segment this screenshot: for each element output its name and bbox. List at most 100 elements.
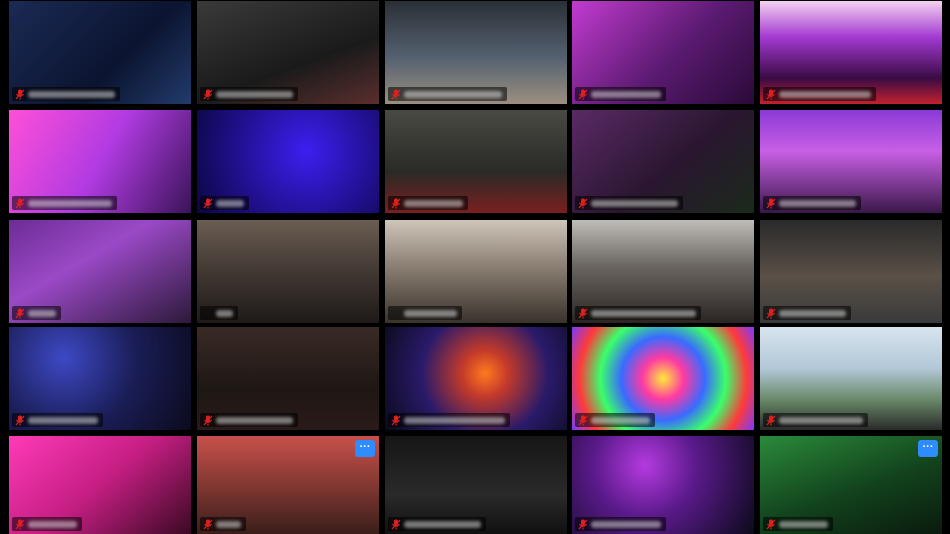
participant-name-label — [575, 196, 683, 210]
participant-name-label — [12, 306, 61, 320]
participant-name-label — [200, 413, 298, 427]
participant-name-redacted — [404, 520, 481, 528]
mic-muted-icon — [766, 198, 776, 208]
participant-video-tile-19[interactable] — [572, 327, 754, 430]
participant-name-label — [12, 87, 120, 101]
participant-name-label — [575, 306, 701, 320]
participant-video-tile-10[interactable] — [760, 110, 942, 213]
participant-video-tile-15[interactable] — [760, 220, 942, 323]
participant-name-redacted — [216, 90, 293, 98]
participant-name-redacted — [404, 309, 457, 317]
mic-muted-icon — [203, 198, 213, 208]
participant-name-label — [763, 87, 876, 101]
participant-name-redacted — [779, 199, 856, 207]
mic-muted-icon — [578, 519, 588, 529]
participant-name-label — [200, 87, 298, 101]
participant-video-tile-4[interactable] — [572, 1, 754, 104]
participant-name-label — [388, 196, 468, 210]
participant-name-redacted — [591, 520, 661, 528]
mic-muted-icon — [15, 519, 25, 529]
participant-name-redacted — [779, 309, 846, 317]
participant-video-tile-21[interactable] — [9, 436, 191, 534]
participant-name-redacted — [404, 199, 463, 207]
mic-muted-icon — [578, 89, 588, 99]
participant-name-redacted — [404, 90, 502, 98]
mic-muted-icon — [766, 415, 776, 425]
mic-muted-icon — [391, 415, 401, 425]
participant-video-tile-18[interactable] — [385, 327, 567, 430]
mic-muted-icon — [578, 415, 588, 425]
participant-video-tile-9[interactable] — [572, 110, 754, 213]
participant-video-tile-11[interactable] — [9, 220, 191, 323]
participant-video-tile-8[interactable] — [385, 110, 567, 213]
mic-muted-icon — [578, 308, 588, 318]
participant-video-tile-13[interactable] — [385, 220, 567, 323]
participant-video-tile-16[interactable] — [9, 327, 191, 430]
participant-video-tile-23[interactable] — [385, 436, 567, 534]
participant-name-label — [763, 196, 861, 210]
mic-muted-icon — [15, 89, 25, 99]
participant-name-label — [388, 517, 486, 531]
mic-muted-icon — [15, 198, 25, 208]
participant-name-label — [200, 306, 238, 320]
participant-name-label — [200, 196, 249, 210]
participant-name-label — [763, 413, 868, 427]
participant-video-tile-6[interactable] — [9, 110, 191, 213]
participant-video-tile-12[interactable] — [197, 220, 379, 323]
participant-video-tile-14[interactable] — [572, 220, 754, 323]
participant-name-redacted — [591, 309, 696, 317]
participant-name-label — [575, 413, 655, 427]
participant-name-redacted — [779, 416, 863, 424]
mic-muted-icon — [203, 415, 213, 425]
participant-video-tile-7[interactable] — [197, 110, 379, 213]
participant-name-label — [575, 87, 666, 101]
mic-muted-icon — [766, 519, 776, 529]
participant-video-tile-25[interactable]: ··· — [760, 436, 942, 534]
participant-name-redacted — [28, 309, 56, 317]
participant-video-tile-17[interactable] — [197, 327, 379, 430]
mic-muted-icon — [203, 519, 213, 529]
participant-name-label — [388, 87, 507, 101]
participant-name-redacted — [28, 520, 77, 528]
participant-video-tile-1[interactable] — [9, 1, 191, 104]
participant-video-tile-5[interactable] — [760, 1, 942, 104]
participant-name-label — [575, 517, 666, 531]
participant-name-redacted — [404, 416, 505, 424]
participant-name-redacted — [779, 520, 828, 528]
participant-name-redacted — [28, 199, 112, 207]
participant-name-label — [388, 413, 510, 427]
mic-muted-icon — [15, 415, 25, 425]
mic-muted-icon — [391, 519, 401, 529]
mic-muted-icon — [391, 198, 401, 208]
mic-muted-icon — [15, 308, 25, 318]
participant-video-tile-2[interactable] — [197, 1, 379, 104]
participant-video-tile-20[interactable] — [760, 327, 942, 430]
mic-muted-icon — [766, 308, 776, 318]
participant-name-redacted — [591, 199, 678, 207]
participant-name-redacted — [28, 90, 115, 98]
participant-video-tile-22[interactable]: ··· — [197, 436, 379, 534]
more-options-button[interactable]: ··· — [355, 440, 375, 457]
participant-name-redacted — [591, 90, 661, 98]
video-gallery-grid: ··· ··· — [0, 0, 950, 534]
mic-muted-icon — [766, 89, 776, 99]
participant-name-label — [763, 517, 833, 531]
participant-name-redacted — [28, 416, 98, 424]
participant-video-tile-24[interactable] — [572, 436, 754, 534]
more-options-button[interactable]: ··· — [918, 440, 938, 457]
participant-name-label — [12, 413, 103, 427]
participant-name-redacted — [216, 416, 293, 424]
participant-name-label — [12, 517, 82, 531]
participant-name-label — [200, 517, 246, 531]
participant-name-label — [12, 196, 117, 210]
participant-name-redacted — [216, 520, 241, 528]
participant-name-label — [763, 306, 851, 320]
participant-name-redacted — [216, 199, 244, 207]
mic-muted-icon — [578, 198, 588, 208]
participant-video-tile-3[interactable] — [385, 1, 567, 104]
mic-muted-icon — [391, 89, 401, 99]
mic-muted-icon — [203, 89, 213, 99]
participant-name-redacted — [216, 309, 233, 317]
participant-name-redacted — [779, 90, 871, 98]
participant-name-label — [388, 306, 462, 320]
